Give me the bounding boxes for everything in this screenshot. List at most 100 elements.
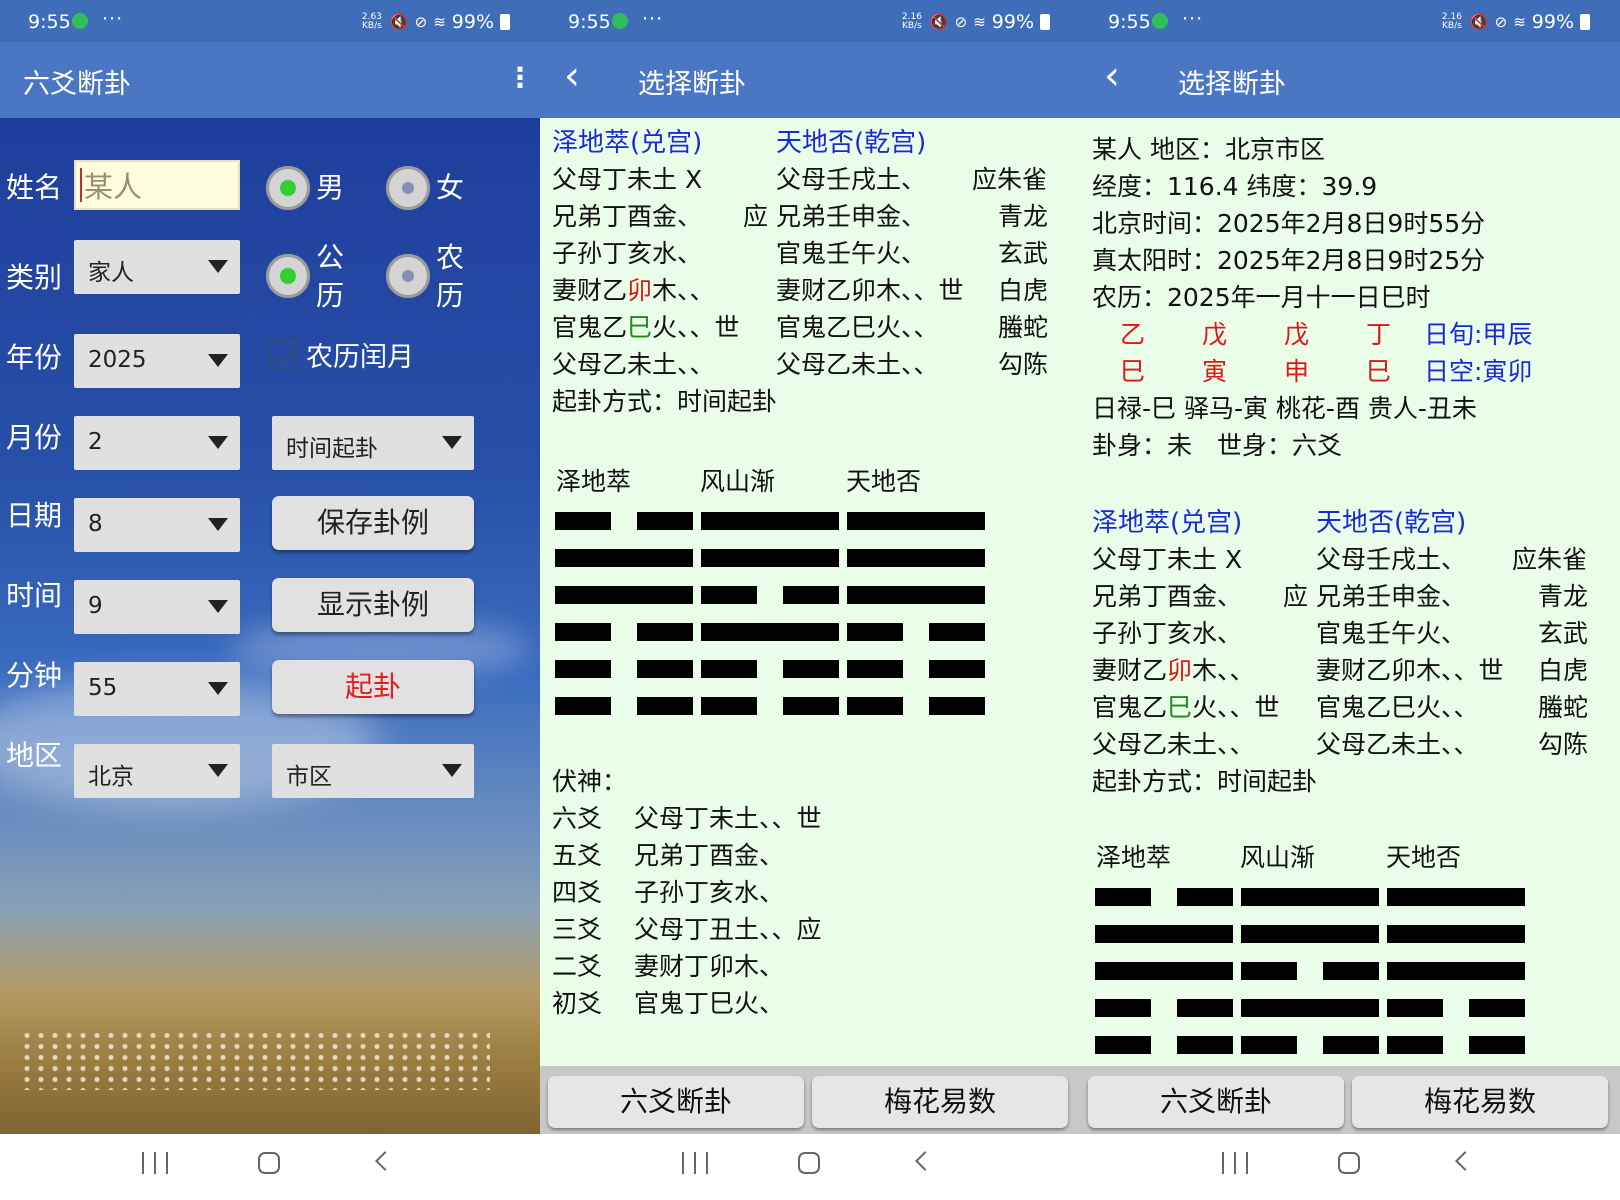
leap-month-checkbox[interactable]: [268, 340, 298, 370]
meihua-button[interactable]: 梅花易数: [812, 1076, 1068, 1128]
android-nav-bar: [0, 1134, 540, 1200]
yao-left-2: 官鬼乙巳火、、世: [552, 313, 740, 342]
name-input[interactable]: [76, 162, 238, 208]
network-speed: 2.16 KB/s: [1441, 12, 1462, 31]
region-select[interactable]: 北京: [74, 744, 240, 798]
branch-hour: 巳: [1366, 357, 1392, 386]
back-nav-icon[interactable]: [915, 1151, 935, 1171]
battery-percent: 99%: [991, 11, 1034, 33]
year-select[interactable]: 2025: [74, 334, 240, 388]
radio-lunar-label-top: 农: [436, 241, 465, 274]
mute-icon: 🔇: [389, 13, 409, 31]
yao-right-2: 官鬼乙巳火、、: [776, 313, 939, 342]
radio-female[interactable]: [386, 166, 430, 210]
yao-bar: [783, 586, 839, 604]
home-icon[interactable]: [258, 1152, 280, 1174]
save-case-button[interactable]: 保存卦例: [272, 496, 474, 550]
yao-bar: [1241, 925, 1379, 943]
radio-male[interactable]: [266, 166, 310, 210]
yao-right-5: 兄弟壬申金、: [1316, 582, 1467, 611]
yao-right-3: 妻财乙卯木、、世: [776, 276, 964, 305]
yao-bar: [1241, 1036, 1297, 1054]
battery-icon: [1580, 14, 1590, 30]
back-nav-icon[interactable]: [1455, 1151, 1475, 1171]
back-nav-icon[interactable]: [375, 1151, 395, 1171]
kebab-menu-icon[interactable]: ⋮: [506, 64, 534, 92]
chevron-left-icon[interactable]: ‹: [1104, 56, 1120, 96]
recent-apps-icon[interactable]: [142, 1152, 168, 1174]
fushen-val-1: 官鬼丁巳火、: [634, 989, 785, 1018]
minute-select[interactable]: 55: [74, 662, 240, 716]
yao-bar: [701, 697, 757, 715]
name-field[interactable]: [74, 160, 240, 210]
info-person-region: 某人 地区：北京市区: [1092, 135, 1325, 164]
fushen-pos-4: 四爻: [552, 878, 603, 907]
liuyao-interpret-button[interactable]: 六爻断卦: [1088, 1076, 1344, 1128]
yao-bar: [701, 549, 839, 567]
bian-gua-title: 天地否(乾宫): [776, 128, 927, 158]
chevron-left-icon[interactable]: ‹: [564, 56, 580, 96]
hexagram-content: 泽地萃(兑宫) 天地否(乾宫) 父母丁未土 X 父母壬戌土、 应朱雀 兄弟丁酉金…: [540, 118, 1080, 1066]
home-icon[interactable]: [1338, 1152, 1360, 1174]
yao-bar: [1323, 1036, 1379, 1054]
fushen-val-4: 子孙丁亥水、: [634, 878, 785, 907]
status-time: 9:55: [1108, 11, 1151, 33]
dropdown-arrow-icon: [442, 764, 462, 777]
radio-lunar[interactable]: [386, 254, 430, 298]
yao-left-6: 父母丁未土 X: [1092, 545, 1243, 574]
yao-right-6: 父母壬戌土、: [1316, 545, 1467, 574]
yao-bar: [1469, 999, 1525, 1017]
sheep-flock-image: [20, 1030, 490, 1090]
label-region: 地区: [6, 739, 63, 772]
gua-name-1: 泽地萃: [556, 467, 632, 496]
wifi-icon: ≋: [433, 13, 446, 31]
yao-bar: [783, 660, 839, 678]
cast-hexagram-button[interactable]: 起卦: [272, 660, 474, 714]
more-notifications-icon: ···: [1182, 8, 1204, 30]
liuyao-interpret-button[interactable]: 六爻断卦: [548, 1076, 804, 1128]
yao-right-1: 父母乙未土、、: [776, 350, 939, 379]
fushen-val-5: 兄弟丁酉金、: [634, 841, 785, 870]
screen-title: 选择断卦: [638, 69, 746, 100]
fushen-pos-5: 五爻: [552, 841, 603, 870]
recent-apps-icon[interactable]: [1222, 1152, 1248, 1174]
yao-bar: [1387, 1036, 1443, 1054]
month-select[interactable]: 2: [74, 416, 240, 470]
app-bar: 六爻断卦 ⋮: [0, 42, 540, 118]
show-case-button[interactable]: 显示卦例: [272, 578, 474, 632]
yao-bar: [637, 660, 693, 678]
hour-select[interactable]: 9: [74, 580, 240, 634]
yao-bar: [1387, 962, 1525, 980]
radio-lunar-label-bottom: 历: [436, 279, 465, 312]
yao-bar: [701, 512, 839, 530]
yao-god-3: 白虎: [1538, 656, 1589, 685]
yao-bar: [847, 586, 985, 604]
yao-god-4: 玄武: [998, 239, 1049, 268]
app-title: 六爻断卦: [23, 69, 131, 100]
day-xun: 日旬:甲辰: [1424, 320, 1533, 349]
wifi-icon: ≋: [973, 13, 986, 31]
label-day: 日期: [6, 499, 63, 532]
yao-left-3: 妻财乙卯木、、: [1092, 656, 1255, 685]
yao-bar: [1241, 888, 1379, 906]
ben-gua-title: 泽地萃(兑宫): [1092, 508, 1243, 538]
android-nav-bar: [1080, 1134, 1620, 1200]
yao-bar: [847, 512, 985, 530]
radio-solar[interactable]: [266, 254, 310, 298]
yao-bar: [555, 549, 693, 567]
subregion-select[interactable]: 市区: [272, 744, 474, 798]
status-bar: 9:55 ··· 2.16 KB/s 🔇 ⊘ ≋ 99%: [540, 0, 1080, 42]
method-select[interactable]: 时间起卦: [272, 416, 474, 470]
status-time: 9:55: [28, 11, 71, 33]
bottom-button-bar: 六爻断卦 梅花易数: [1080, 1066, 1620, 1134]
yao-left-6: 父母丁未土 X: [552, 165, 703, 194]
category-select[interactable]: 家人: [74, 240, 240, 294]
day-select[interactable]: 8: [74, 498, 240, 552]
yao-bar: [1095, 962, 1233, 980]
yao-bar: [1177, 999, 1233, 1017]
recent-apps-icon[interactable]: [682, 1152, 708, 1174]
home-icon[interactable]: [798, 1152, 820, 1174]
text-cursor: [80, 168, 82, 202]
meihua-button[interactable]: 梅花易数: [1352, 1076, 1608, 1128]
yao-bar: [1387, 999, 1443, 1017]
